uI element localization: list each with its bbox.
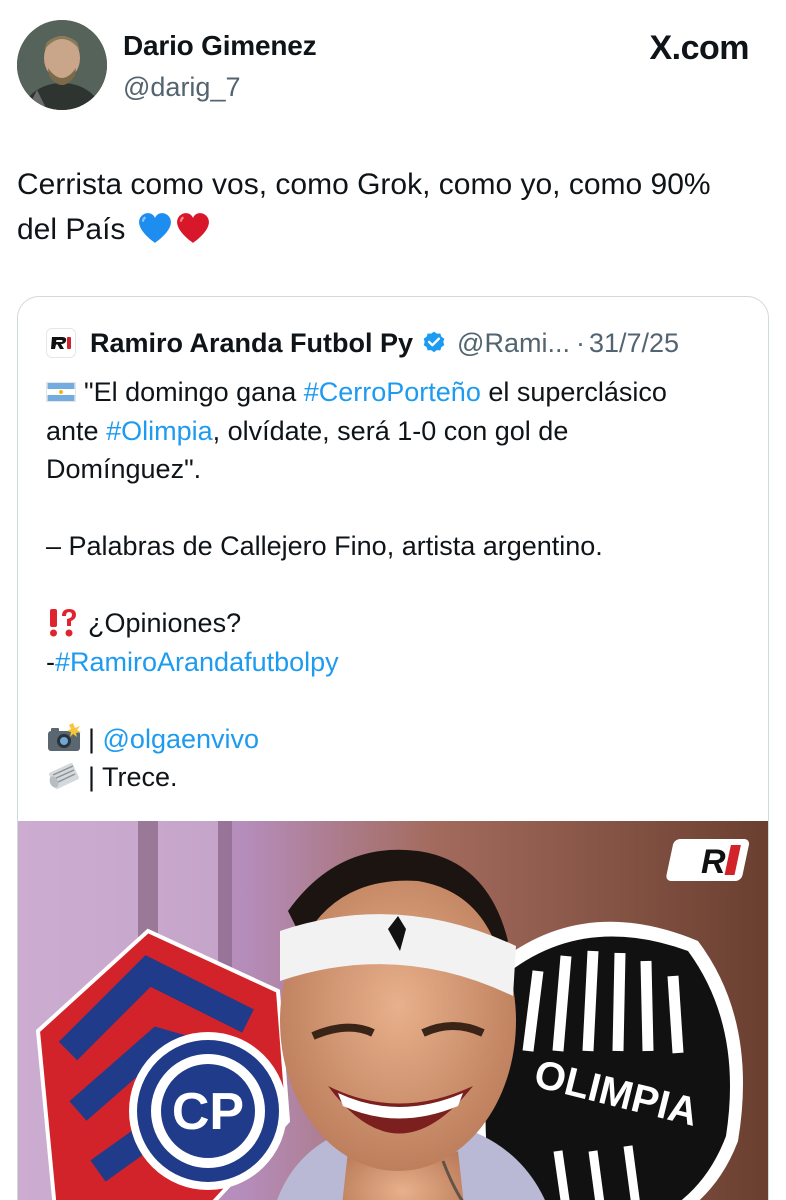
text-segment: | Trece.: [88, 762, 178, 792]
tweet-header: Dario Gimenez @darig_7 X.com: [17, 20, 769, 112]
quoted-line-6: -#RamiroArandafutbolpy: [46, 643, 756, 682]
newspaper-roll-icon: [49, 763, 79, 789]
author-handle[interactable]: @darig_7: [123, 72, 240, 103]
argentina-flag-icon: [46, 382, 76, 402]
text-segment: |: [88, 723, 103, 754]
text-segment: -: [46, 646, 55, 677]
quoted-line-8: | Trece.: [46, 758, 756, 797]
x-logo-text: X.com: [649, 29, 749, 67]
text-segment: , olvídate, será 1-0 con gol de: [212, 415, 569, 446]
avatar-image: [17, 20, 107, 110]
quoted-tweet[interactable]: Ramiro Aranda Futbol Py @Rami... · 31/7/…: [17, 296, 769, 1200]
r-brand-badge: R: [666, 839, 750, 881]
text-segment: el superclásico: [480, 377, 667, 407]
mention-olgaenvivo[interactable]: @olgaenvivo: [103, 724, 260, 754]
text-segment: ¿Opiniones?: [88, 608, 242, 638]
quoted-media-image[interactable]: CP OLIMPIA R: [18, 821, 768, 1200]
r-badge-letter: R: [701, 843, 726, 881]
hashtag-cerroporteno[interactable]: #CerroPorteño: [304, 377, 481, 407]
quoted-line-5: ¿Opiniones?: [46, 604, 756, 643]
tweet-text-content: Cerrista como vos, como Grok, como yo, c…: [17, 168, 711, 246]
hashtag-ramiroaranda[interactable]: #RamiroArandafutbolpy: [55, 647, 339, 677]
author-avatar[interactable]: [17, 20, 107, 110]
quoted-line-4: – Palabras de Callejero Fino, artista ar…: [46, 531, 603, 561]
quoted-author-handle[interactable]: @Rami...: [457, 328, 570, 359]
hashtag-olimpia[interactable]: #Olimpia: [106, 416, 213, 446]
interrobang-icon: [50, 609, 76, 637]
r-logo-icon: [49, 335, 73, 351]
quoted-line-2: ante #Olimpia, olvídate, será 1-0 con go…: [46, 412, 756, 451]
quoted-line-7: | @olgaenvivo: [46, 720, 756, 759]
quoted-body: "El domingo gana #CerroPorteño el superc…: [46, 373, 756, 797]
tweet-text: Cerrista como vos, como Grok, como yo, c…: [17, 162, 757, 252]
quoted-author-name[interactable]: Ramiro Aranda Futbol Py: [90, 328, 413, 359]
camera-flash-icon: [48, 722, 81, 751]
quoted-header: Ramiro Aranda Futbol Py @Rami... · 31/7/…: [46, 325, 679, 361]
blue-heart-icon: [138, 213, 171, 243]
cerro-initials: CP: [172, 1083, 244, 1141]
media-illustration: CP OLIMPIA R: [18, 821, 768, 1200]
quoted-line-3: Domínguez".: [46, 454, 202, 484]
source-label: X.com: [649, 29, 749, 68]
red-heart-icon: [176, 213, 209, 243]
dot-separator: ·: [575, 327, 585, 358]
text-segment: ante: [46, 415, 107, 446]
text-segment: "El domingo gana: [84, 377, 304, 407]
author-name[interactable]: Dario Gimenez: [123, 30, 317, 62]
verified-badge-icon: [423, 331, 445, 353]
quoted-line-1: "El domingo gana #CerroPorteño el superc…: [46, 373, 756, 412]
quoted-avatar[interactable]: [46, 328, 76, 358]
quoted-date[interactable]: 31/7/25: [589, 328, 679, 359]
